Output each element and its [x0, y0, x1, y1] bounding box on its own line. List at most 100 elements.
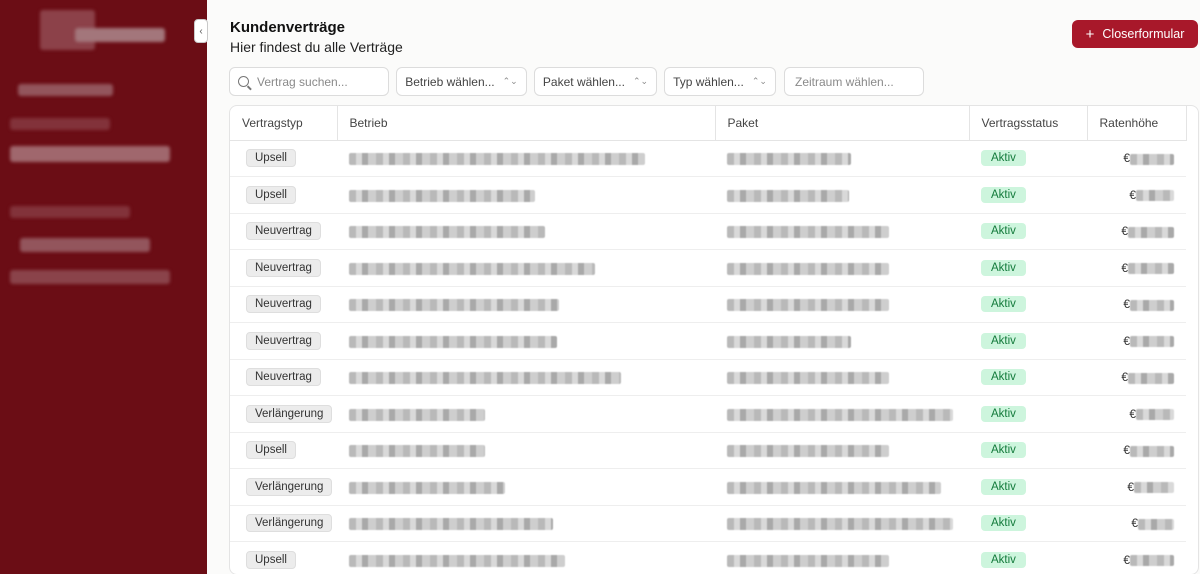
cell-ratenhoehe: €: [1087, 322, 1186, 360]
betrieb-select[interactable]: Betrieb wählen... ⌃⌄: [396, 67, 527, 96]
column-header-paket[interactable]: Paket: [715, 106, 970, 141]
cell-paket: [715, 395, 969, 433]
contract-type-badge: Neuvertrag: [246, 368, 321, 387]
sidebar-item-redacted[interactable]: [10, 118, 110, 130]
cell-ratenhoehe: €: [1087, 359, 1186, 396]
betrieb-redacted: [349, 189, 535, 202]
rate-redacted: [1130, 153, 1174, 165]
cell-vertragstyp: Verlängerung: [230, 468, 337, 506]
currency-symbol: €: [1127, 479, 1134, 494]
contract-type-badge: Verlängerung: [246, 514, 333, 533]
column-header-betrieb[interactable]: Betrieb: [337, 106, 716, 141]
cell-ratenhoehe: €: [1087, 468, 1186, 506]
table-header-row: Vertragstyp Betrieb Paket Vertragsstatus…: [230, 106, 1187, 141]
table-row[interactable]: Upsell Aktiv €: [230, 176, 1186, 214]
contract-type-badge: Upsell: [246, 185, 296, 204]
cell-vertragsstatus: Aktiv: [969, 322, 1087, 360]
rate-redacted: [1130, 299, 1174, 311]
closerformular-button[interactable]: + Closerformular: [1072, 20, 1198, 48]
cell-betrieb: [337, 468, 715, 506]
table-row[interactable]: Neuvertrag Aktiv €: [230, 322, 1186, 360]
table-row[interactable]: Verlängerung Aktiv €: [230, 395, 1186, 433]
paket-redacted: [727, 189, 849, 202]
typ-select[interactable]: Typ wählen... ⌃⌄: [664, 67, 776, 96]
cell-betrieb: [337, 286, 715, 323]
cell-ratenhoehe: €: [1087, 249, 1186, 287]
sidebar-item-redacted[interactable]: [20, 238, 150, 252]
chevron-left-icon: ‹: [199, 25, 203, 37]
table-row[interactable]: Upsell Aktiv €: [230, 432, 1186, 469]
currency-symbol: €: [1123, 151, 1130, 166]
rate-redacted: [1130, 555, 1174, 567]
currency-symbol: €: [1123, 552, 1130, 567]
betrieb-redacted: [349, 554, 565, 567]
betrieb-redacted: [349, 299, 559, 312]
rate-redacted: [1138, 518, 1174, 530]
sidebar-item-redacted[interactable]: [10, 206, 130, 218]
status-badge: Aktiv: [981, 442, 1026, 459]
cell-paket: [715, 541, 969, 574]
sidebar-logo-redacted: [75, 28, 165, 42]
betrieb-redacted: [349, 262, 595, 275]
cell-vertragsstatus: Aktiv: [969, 541, 1087, 574]
cell-paket: [715, 505, 969, 542]
paket-redacted: [727, 335, 851, 348]
column-header-vertragsstatus[interactable]: Vertragsstatus: [969, 106, 1088, 141]
cell-vertragsstatus: Aktiv: [969, 395, 1087, 433]
status-badge: Aktiv: [981, 186, 1026, 203]
table-row[interactable]: Neuvertrag Aktiv €: [230, 286, 1186, 323]
cell-vertragsstatus: Aktiv: [969, 213, 1087, 250]
rate-redacted: [1136, 409, 1174, 421]
currency-symbol: €: [1131, 516, 1138, 531]
paket-redacted: [727, 262, 889, 275]
chevron-up-down-icon: ⌃⌄: [632, 76, 649, 86]
sidebar-item-redacted[interactable]: [10, 270, 170, 284]
cell-betrieb: [337, 176, 715, 214]
cell-vertragstyp: Neuvertrag: [230, 213, 337, 250]
rate-redacted: [1136, 190, 1174, 202]
chevron-up-down-icon: ⌃⌄: [502, 76, 518, 86]
cell-paket: [715, 249, 969, 287]
zeitraum-picker[interactable]: Zeitraum wählen...: [784, 67, 924, 96]
status-badge: Aktiv: [981, 405, 1026, 422]
status-badge: Aktiv: [981, 150, 1026, 167]
cell-paket: [715, 140, 969, 177]
currency-symbol: €: [1121, 224, 1128, 239]
table-row[interactable]: Neuvertrag Aktiv €: [230, 359, 1186, 396]
table-row[interactable]: Neuvertrag Aktiv €: [230, 213, 1186, 250]
table-row[interactable]: Neuvertrag Aktiv €: [230, 249, 1186, 287]
paket-redacted: [727, 153, 851, 166]
search-icon: [238, 76, 249, 87]
cell-ratenhoehe: €: [1087, 213, 1186, 250]
currency-symbol: €: [1129, 187, 1136, 202]
search-input[interactable]: Vertrag suchen...: [229, 67, 389, 96]
cell-vertragsstatus: Aktiv: [969, 176, 1087, 214]
column-header-ratenhoehe[interactable]: Ratenhöhe: [1087, 106, 1187, 141]
contract-type-badge: Upsell: [246, 441, 296, 460]
paket-redacted: [727, 554, 889, 567]
contract-type-badge: Neuvertrag: [246, 295, 321, 314]
rate-redacted: [1134, 482, 1174, 494]
zeitraum-placeholder: Zeitraum wählen...: [795, 74, 894, 89]
table-row[interactable]: Verlängerung Aktiv €: [230, 505, 1186, 542]
collapse-sidebar-button[interactable]: ‹: [194, 19, 208, 43]
betrieb-redacted: [349, 153, 645, 166]
page-subtitle: Hier findest du alle Verträge: [230, 39, 403, 55]
betrieb-redacted: [349, 481, 505, 494]
betrieb-redacted: [349, 226, 545, 239]
column-header-vertragstyp[interactable]: Vertragstyp: [230, 106, 338, 141]
cell-vertragstyp: Upsell: [230, 176, 337, 214]
table-row[interactable]: Upsell Aktiv €: [230, 140, 1186, 177]
rate-redacted: [1130, 445, 1174, 457]
table-row[interactable]: Verlängerung Aktiv €: [230, 468, 1186, 506]
contract-type-badge: Upsell: [246, 550, 296, 569]
cell-ratenhoehe: €: [1087, 541, 1186, 574]
paket-select[interactable]: Paket wählen... ⌃⌄: [534, 67, 657, 96]
chevron-up-down-icon: ⌃⌄: [751, 76, 767, 86]
currency-symbol: €: [1123, 297, 1130, 312]
contract-type-badge: Verlängerung: [246, 477, 333, 496]
sidebar-item-redacted[interactable]: [18, 84, 113, 96]
cell-paket: [715, 432, 969, 469]
sidebar-item-redacted[interactable]: [10, 146, 170, 162]
table-row[interactable]: Upsell Aktiv €: [230, 541, 1186, 574]
